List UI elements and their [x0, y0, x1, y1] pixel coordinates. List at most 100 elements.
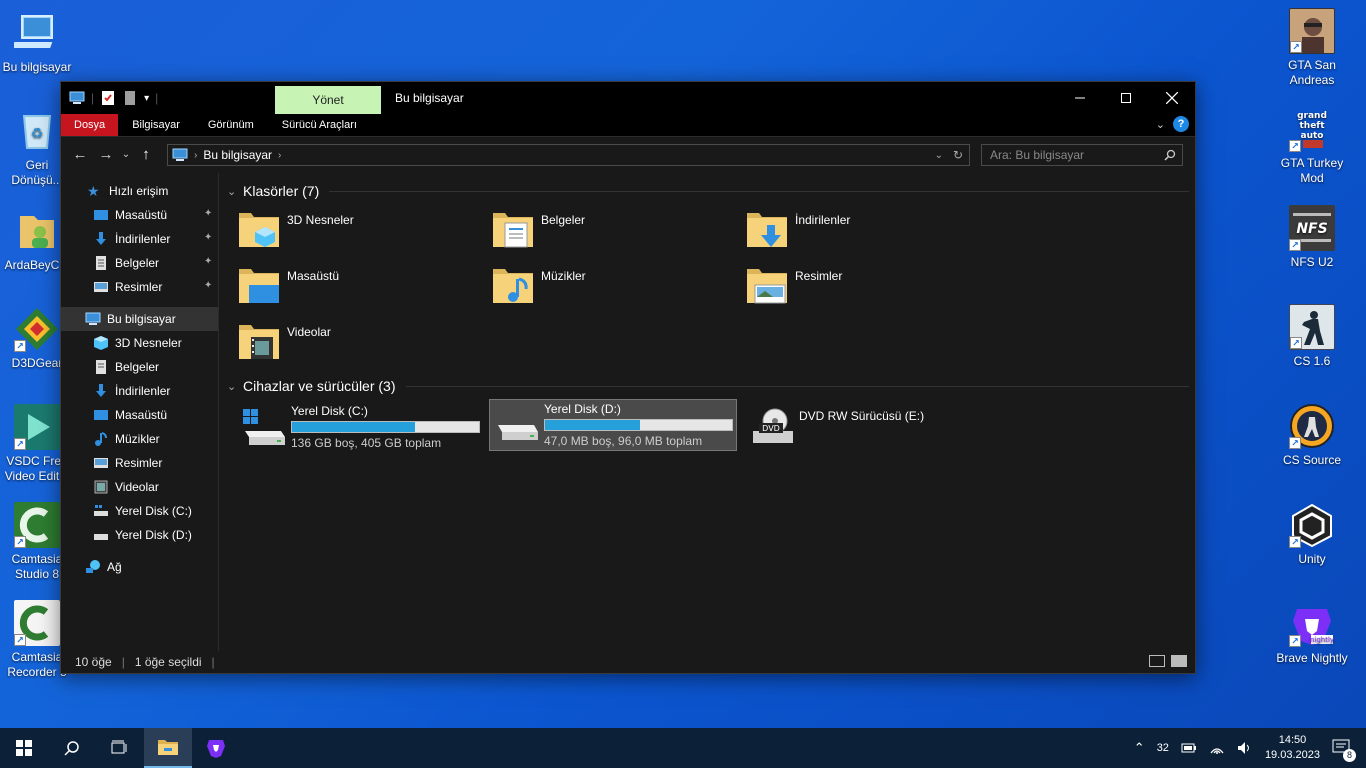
chevron-down-icon[interactable]: ⌄: [227, 380, 243, 393]
show-hidden-icons-icon[interactable]: ⌃: [1134, 740, 1145, 756]
address-dropdown-icon[interactable]: ⌄: [935, 150, 943, 161]
taskbar: ⌃ 32 14:50 19.03.2023 8: [0, 728, 1366, 768]
help-icon[interactable]: ?: [1173, 116, 1189, 132]
back-button[interactable]: ←: [67, 146, 93, 163]
nav-network[interactable]: Ağ: [61, 555, 218, 579]
nav-this-pc[interactable]: Bu bilgisayar: [61, 307, 218, 331]
pin-icon[interactable]: ✦: [204, 233, 214, 243]
customize-toolbar-icon[interactable]: ▾: [144, 93, 149, 104]
search-button[interactable]: [48, 728, 96, 768]
notification-center-button[interactable]: 8: [1332, 739, 1356, 762]
details-view-icon[interactable]: [1149, 655, 1165, 667]
chevron-down-icon[interactable]: ⌄: [227, 185, 243, 198]
large-icons-view-icon[interactable]: [1171, 655, 1187, 667]
shortcut-arrow-icon: ↗: [14, 340, 26, 352]
nav-videos[interactable]: Videolar: [61, 475, 218, 499]
desktop-icon-gta-turkey[interactable]: grand theft auto ↗ GTA Turkey Mod: [1275, 106, 1349, 186]
tab-view[interactable]: Görünüm: [194, 114, 268, 136]
notification-badge: 8: [1343, 748, 1356, 762]
devices-group-header[interactable]: ⌄ Cihazlar ve sürücüler (3): [227, 373, 1195, 399]
address-path: Bu bilgisayar: [203, 148, 273, 162]
folder-documents[interactable]: Belgeler: [491, 207, 585, 251]
tab-manage[interactable]: Yönet: [275, 86, 381, 114]
desktop-icon-this-pc[interactable]: Bu bilgisayar: [0, 10, 74, 75]
maximize-button[interactable]: [1103, 82, 1149, 114]
folder-music[interactable]: Müzikler: [491, 263, 586, 307]
search-placeholder: Ara: Bu bilgisayar: [990, 148, 1085, 162]
nav-desktop[interactable]: Masaüstü: [61, 403, 218, 427]
user-folder-icon: [14, 208, 60, 254]
folder-pictures[interactable]: Resimler: [745, 263, 842, 307]
tab-file[interactable]: Dosya: [61, 114, 119, 136]
search-input[interactable]: Ara: Bu bilgisayar: [981, 144, 1183, 166]
svg-text:auto: auto: [1301, 131, 1324, 141]
tab-computer[interactable]: Bilgisayar: [118, 114, 194, 136]
computer-icon: [85, 312, 101, 325]
folders-group-header[interactable]: ⌄ Klasörler (7): [227, 178, 1195, 204]
nav-pictures[interactable]: Resimler: [61, 451, 218, 475]
clock[interactable]: 14:50 19.03.2023: [1265, 733, 1320, 763]
task-view-button[interactable]: [96, 728, 144, 768]
folder-videos[interactable]: Videolar: [237, 319, 331, 363]
expand-ribbon-icon[interactable]: ⌄: [1156, 118, 1165, 131]
new-folder-icon[interactable]: [122, 90, 138, 106]
nav-drive-c[interactable]: Yerel Disk (C:): [61, 499, 218, 523]
wifi-icon[interactable]: [1209, 741, 1225, 755]
shortcut-arrow-icon: ↗: [14, 536, 26, 548]
folder-desktop[interactable]: Masaüstü: [237, 263, 339, 307]
vsdc-icon: ↗: [14, 404, 60, 450]
nav-quick-pictures[interactable]: Resimler ✦: [61, 275, 218, 299]
start-button[interactable]: [0, 728, 48, 768]
navigation-pane: ★ Hızlı erişim Masaüstü ✦ İndirilenler ✦…: [61, 173, 219, 651]
address-bar[interactable]: › Bu bilgisayar › ⌄ ↻: [167, 144, 970, 166]
battery-icon[interactable]: [1181, 742, 1197, 754]
up-button[interactable]: ↑: [133, 146, 159, 163]
chevron-right-icon[interactable]: ›: [278, 150, 281, 161]
folder-3d-objects[interactable]: 3D Nesneler: [237, 207, 354, 251]
chevron-right-icon: ›: [194, 149, 198, 161]
tray-temp[interactable]: 32: [1157, 742, 1169, 754]
taskbar-brave-nightly[interactable]: [192, 728, 240, 768]
tab-drive-tools[interactable]: Sürücü Araçları: [268, 114, 371, 136]
nav-quick-access[interactable]: ★ Hızlı erişim: [61, 179, 218, 203]
nav-downloads[interactable]: İndirilenler: [61, 379, 218, 403]
recent-locations-icon[interactable]: ⌄: [119, 149, 133, 160]
desktop-icon-gta-sa[interactable]: ↗ GTA San Andreas: [1275, 8, 1349, 88]
nav-3d-objects[interactable]: 3D Nesneler: [61, 331, 218, 355]
nav-documents[interactable]: Belgeler: [61, 355, 218, 379]
camtasia-recorder-icon: ↗: [14, 600, 60, 646]
nav-quick-desktop[interactable]: Masaüstü ✦: [61, 203, 218, 227]
shortcut-arrow-icon: ↗: [1289, 536, 1301, 548]
volume-icon[interactable]: [1237, 741, 1253, 755]
close-button[interactable]: [1149, 82, 1195, 114]
desktop-icon-cs-source[interactable]: ↗ CS Source: [1275, 403, 1349, 468]
desktop-icon-nfs[interactable]: NFS ↗ NFS U2: [1275, 205, 1349, 270]
taskbar-file-explorer[interactable]: [144, 728, 192, 768]
ribbon-tabs: Dosya Bilgisayar Görünüm Sürücü Araçları…: [61, 114, 1195, 136]
pin-icon[interactable]: ✦: [204, 257, 214, 267]
refresh-icon[interactable]: ↻: [953, 148, 963, 162]
desktop-icon: [94, 410, 108, 420]
drive-dvd[interactable]: DVD DVD RW Sürücüsü (E:): [745, 401, 945, 453]
desktop-icon-label: CS Source: [1282, 453, 1342, 467]
desktop-icon-unity[interactable]: ↗ Unity: [1275, 502, 1349, 567]
drive-d[interactable]: Yerel Disk (D:) 47,0 MB boş, 96,0 MB top…: [489, 399, 737, 451]
forward-button[interactable]: →: [93, 146, 119, 163]
desktop-icon-cs16[interactable]: ↗ CS 1.6: [1275, 304, 1349, 369]
camtasia-icon: ↗: [14, 502, 60, 548]
pin-icon[interactable]: ✦: [204, 281, 214, 291]
desktop-icon-brave-nightly[interactable]: nightly ↗ Brave Nightly: [1275, 601, 1349, 666]
nfs-icon: NFS ↗: [1289, 205, 1335, 251]
nav-quick-downloads[interactable]: İndirilenler ✦: [61, 227, 218, 251]
drive-usage-bar: [291, 421, 480, 433]
properties-icon[interactable]: [100, 90, 116, 106]
window-controls: [1057, 82, 1195, 114]
pin-icon[interactable]: ✦: [204, 209, 214, 219]
nav-music[interactable]: Müzikler: [61, 427, 218, 451]
drive-c[interactable]: Yerel Disk (C:) 136 GB boş, 405 GB topla…: [237, 401, 485, 453]
folder-downloads[interactable]: İndirilenler: [745, 207, 850, 251]
music-icon: [95, 432, 107, 446]
nav-quick-documents[interactable]: Belgeler ✦: [61, 251, 218, 275]
minimize-button[interactable]: [1057, 82, 1103, 114]
nav-drive-d[interactable]: Yerel Disk (D:): [61, 523, 218, 547]
